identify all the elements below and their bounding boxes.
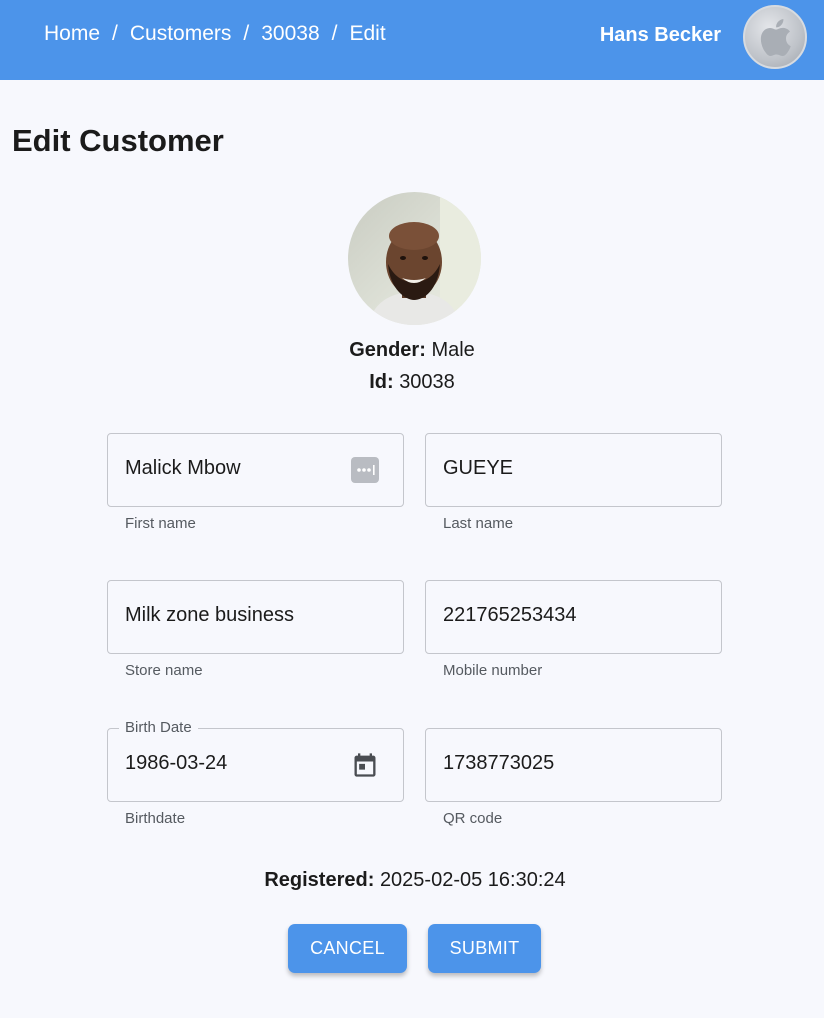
first-name-helper: First name: [125, 515, 196, 532]
breadcrumb: Home / Customers / 30038 / Edit: [44, 22, 386, 46]
qr-code-value[interactable]: 1738773025: [443, 752, 554, 775]
store-name-helper: Store name: [125, 662, 203, 679]
breadcrumb-customers[interactable]: Customers: [130, 22, 232, 46]
birth-date-helper: Birthdate: [125, 810, 186, 827]
breadcrumb-separator: /: [243, 22, 250, 45]
user-avatar[interactable]: [743, 5, 807, 69]
birth-date-value[interactable]: 1986-03-24: [125, 752, 227, 775]
registered-line: Registered: 2025-02-05 16:30:24: [0, 869, 824, 892]
apple-logo-icon: [760, 19, 791, 57]
store-name-value[interactable]: Milk zone business: [125, 604, 294, 627]
cancel-button[interactable]: CANCEL: [288, 924, 407, 973]
user-name: Hans Becker: [599, 24, 721, 46]
gender-value: Male: [431, 339, 475, 361]
page-title: Edit Customer: [12, 123, 224, 158]
breadcrumb-customer-id[interactable]: 30038: [261, 22, 319, 46]
qr-code-helper: QR code: [443, 810, 503, 827]
breadcrumb-home[interactable]: Home: [44, 22, 100, 46]
registered-label: Registered:: [264, 869, 375, 891]
calendar-icon[interactable]: [350, 750, 380, 780]
id-line: Id: 30038: [0, 371, 824, 394]
last-name-value[interactable]: GUEYE: [443, 457, 513, 480]
registered-value: 2025-02-05 16:30:24: [379, 869, 566, 891]
submit-button[interactable]: SUBMIT: [428, 924, 541, 973]
password-manager-icon[interactable]: [350, 455, 380, 485]
customer-photo: [348, 192, 481, 325]
id-value: 30038: [399, 371, 455, 393]
mobile-number-value[interactable]: 221765253434: [443, 604, 576, 627]
mobile-number-helper: Mobile number: [443, 662, 543, 679]
gender-label: Gender:: [349, 339, 426, 361]
breadcrumb-current-edit: Edit: [349, 22, 386, 45]
breadcrumb-separator: /: [112, 22, 118, 45]
first-name-value[interactable]: Malick Mbow: [125, 457, 241, 480]
gender-line: Gender: Male: [0, 339, 824, 362]
birth-date-label: Birth Date: [119, 719, 198, 736]
id-label: Id:: [369, 371, 394, 393]
last-name-helper: Last name: [443, 515, 514, 532]
breadcrumb-separator: /: [331, 22, 338, 45]
top-app-bar: Home / Customers / 30038 / Edit Hans Bec…: [0, 0, 824, 80]
